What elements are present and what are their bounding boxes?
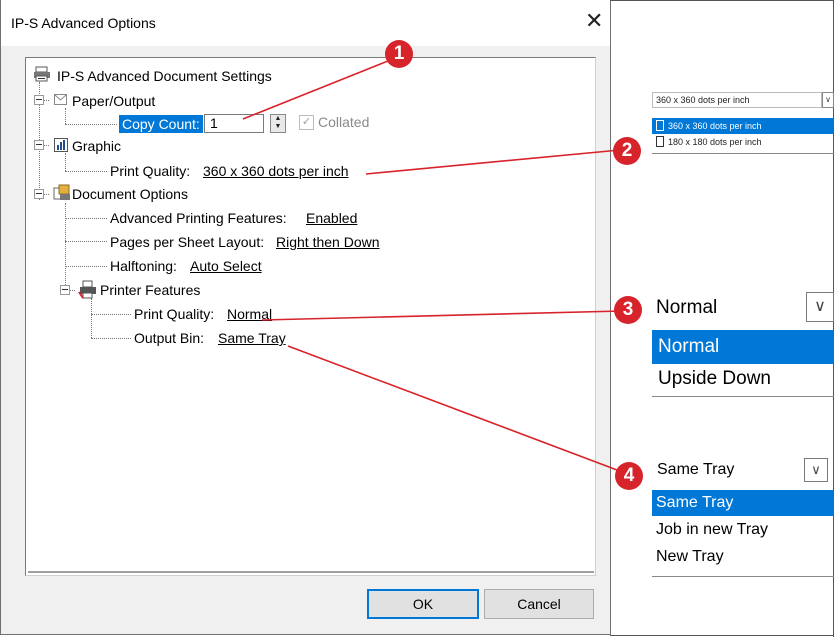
chevron-down-icon[interactable]: ∨ xyxy=(806,292,834,322)
tray-option-row-2[interactable]: Job in new Tray xyxy=(652,518,834,544)
callout-line-4 xyxy=(287,345,626,474)
quality-list-edge xyxy=(652,396,834,397)
tray-list-edge xyxy=(652,576,834,577)
tray-select-value: Same Tray xyxy=(657,461,735,478)
quality-option-highlight[interactable]: Normal xyxy=(652,330,834,364)
callout-line-2 xyxy=(365,149,621,175)
resolution-select[interactable]: 360 x 360 dots per inch xyxy=(652,92,822,108)
quality-option-row-2[interactable]: Upside Down xyxy=(652,364,834,396)
resolution-select-value: 360 x 360 dots per inch xyxy=(656,95,750,105)
resolution-icon xyxy=(656,120,664,131)
callout-badge-2: 2 xyxy=(613,137,641,165)
tray-option-2: Job in new Tray xyxy=(656,521,769,538)
tray-option-highlight[interactable]: Same Tray xyxy=(652,490,834,516)
tray-option-3: New Tray xyxy=(656,548,724,565)
tray-option-1: Same Tray xyxy=(656,494,734,511)
callout-badge-1: 1 xyxy=(385,40,413,68)
resolution-list-edge xyxy=(652,153,834,154)
quality-select-value: Normal xyxy=(656,297,718,318)
quality-option-1: Normal xyxy=(658,336,720,357)
callout-line-3 xyxy=(261,310,623,321)
chevron-down-icon[interactable]: ∨ xyxy=(822,92,834,108)
resolution-option-1: 360 x 360 dots per inch xyxy=(668,121,762,131)
resolution-option-row-2[interactable]: 180 x 180 dots per inch xyxy=(652,134,834,150)
quality-select[interactable]: Normal xyxy=(652,292,805,324)
quality-option-2: Upside Down xyxy=(658,368,771,389)
callout-badge-3: 3 xyxy=(614,296,642,324)
callout-line-1 xyxy=(242,58,394,120)
chevron-down-icon[interactable]: ∨ xyxy=(804,458,828,482)
resolution-option-highlight[interactable]: 360 x 360 dots per inch xyxy=(652,118,834,134)
resolution-icon xyxy=(656,136,664,147)
tray-select[interactable]: Same Tray xyxy=(652,456,802,484)
callout-badge-4: 4 xyxy=(615,462,643,490)
tray-option-row-3[interactable]: New Tray xyxy=(652,545,834,571)
resolution-option-2: 180 x 180 dots per inch xyxy=(668,137,762,147)
